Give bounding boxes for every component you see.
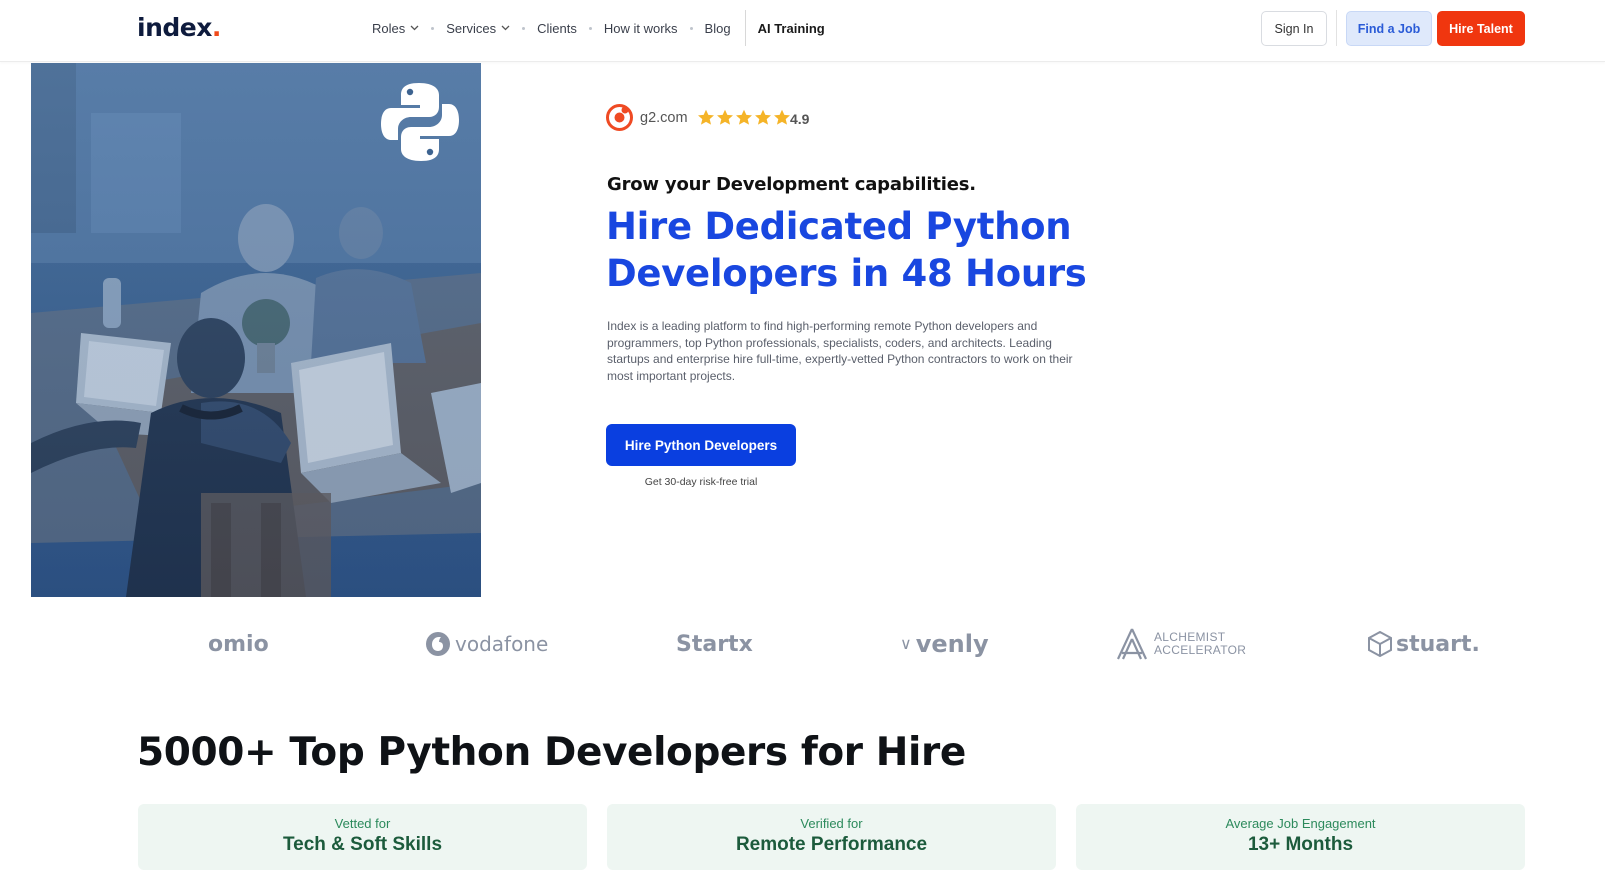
nav-clients[interactable]: Clients bbox=[537, 21, 577, 36]
section-title: 5000+ Top Python Developers for Hire bbox=[137, 730, 966, 775]
feature-card: Verified for Remote Performance bbox=[607, 804, 1056, 870]
venly-icon: ∨ bbox=[900, 636, 912, 653]
rating-value: 4.9 bbox=[790, 111, 810, 127]
site-header: index. Roles Services Clients How it wor… bbox=[0, 0, 1605, 62]
star-rating bbox=[697, 109, 791, 126]
client-logo-alchemist: ALCHEMIST ACCELERATOR bbox=[1116, 624, 1246, 664]
nav-separator bbox=[522, 26, 526, 30]
hero-headline: Hire Dedicated Python Developers in 48 H… bbox=[606, 205, 1087, 295]
nav-services[interactable]: Services bbox=[446, 21, 510, 36]
chevron-down-icon bbox=[410, 25, 419, 31]
stuart-icon bbox=[1368, 631, 1392, 657]
cta-note: Get 30-day risk-free trial bbox=[644, 476, 758, 488]
star-icon bbox=[698, 109, 714, 125]
header-divider bbox=[1336, 10, 1337, 46]
hire-talent-button[interactable]: Hire Talent bbox=[1437, 11, 1525, 46]
nav-blog[interactable]: Blog bbox=[705, 21, 731, 36]
alchemist-icon bbox=[1117, 628, 1147, 660]
vodafone-icon bbox=[426, 632, 450, 656]
nav-separator bbox=[588, 26, 592, 30]
star-icon bbox=[736, 109, 752, 125]
client-logo-startx: Startx bbox=[676, 631, 753, 657]
nav-separator bbox=[689, 26, 693, 30]
feature-card: Average Job Engagement 13+ Months bbox=[1076, 804, 1525, 870]
hero-eyebrow: Grow your Development capabilities. bbox=[607, 174, 976, 195]
main-nav: Roles Services Clients How it works Blog… bbox=[372, 0, 825, 56]
star-icon bbox=[755, 109, 771, 125]
client-logo-stuart: stuart. bbox=[1368, 624, 1480, 664]
star-icon bbox=[717, 109, 733, 125]
client-logo-omio: omio bbox=[208, 631, 269, 657]
hero-description: Index is a leading platform to find high… bbox=[607, 319, 1073, 383]
nav-divider bbox=[744, 10, 746, 46]
nav-ai-training[interactable]: AI Training bbox=[758, 21, 825, 36]
index-logo[interactable]: index. bbox=[137, 13, 221, 42]
python-logo-icon bbox=[381, 83, 459, 161]
feature-card: Vetted for Tech & Soft Skills bbox=[138, 804, 587, 870]
find-job-button[interactable]: Find a Job bbox=[1346, 11, 1432, 46]
chevron-down-icon bbox=[501, 25, 510, 31]
client-logo-venly: ∨ venly bbox=[900, 630, 989, 658]
rating-source: g2.com bbox=[640, 110, 688, 126]
nav-roles[interactable]: Roles bbox=[372, 21, 419, 36]
client-logo-vodafone: vodafone bbox=[425, 624, 548, 664]
g2-logo-icon bbox=[606, 104, 633, 131]
nav-how-it-works[interactable]: How it works bbox=[604, 21, 678, 36]
sign-in-button[interactable]: Sign In bbox=[1261, 11, 1327, 46]
star-icon bbox=[774, 109, 790, 125]
nav-separator bbox=[431, 26, 435, 30]
hire-python-developers-button[interactable]: Hire Python Developers bbox=[606, 424, 796, 466]
